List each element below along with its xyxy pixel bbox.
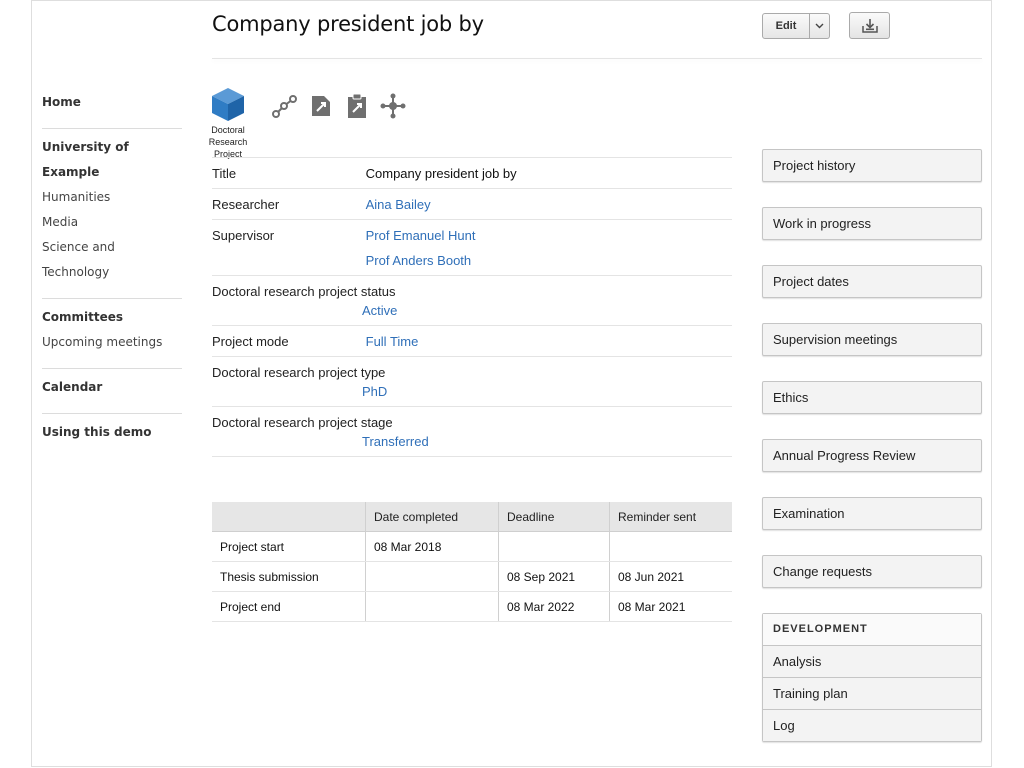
right-nav: Project history Work in progress Project… [762, 149, 982, 613]
mode-value[interactable]: Full Time [366, 334, 419, 349]
detail-row-researcher: Researcher Aina Bailey [212, 188, 732, 219]
status-values: Active [362, 303, 397, 318]
analysis-button[interactable]: Analysis [763, 646, 981, 678]
title-values: Company president job by [366, 166, 517, 181]
table-cell: 08 Sep 2021 [498, 561, 610, 592]
table-cell [609, 531, 732, 562]
project-history-button[interactable]: Project history [762, 149, 982, 182]
object-type-label-1: Doctoral [211, 125, 245, 135]
examination-button[interactable]: Examination [762, 497, 982, 530]
table-cell: Project end [212, 591, 366, 622]
supervisor-values: Prof Emanuel Hunt Prof Anders Booth [366, 228, 476, 268]
table-cell [498, 531, 610, 562]
stage-label: Doctoral research project stage [212, 415, 393, 430]
type-label: Doctoral research project type [212, 365, 386, 380]
table-cell [365, 591, 499, 622]
page-title: Company president job by [212, 12, 484, 36]
status-value[interactable]: Active [362, 303, 397, 318]
network-icon[interactable] [272, 93, 298, 119]
table-cell: 08 Mar 2018 [365, 531, 499, 562]
table-header-row: Date completed Deadline Reminder sent [212, 502, 732, 532]
detail-row-mode: Project mode Full Time [212, 325, 732, 356]
column-header-date-completed: Date completed [365, 502, 499, 532]
download-tray-icon [861, 18, 878, 33]
chevron-down-icon [815, 23, 824, 29]
supervision-meetings-button[interactable]: Supervision meetings [762, 323, 982, 356]
cube-icon [212, 88, 244, 121]
sidebar-item-humanities[interactable]: Humanities [42, 185, 182, 210]
detail-row-supervisor: Supervisor Prof Emanuel Hunt Prof Anders… [212, 219, 732, 275]
clipboard-icon[interactable] [344, 93, 370, 119]
table-cell: 08 Mar 2022 [498, 591, 610, 622]
sidebar-item-university[interactable]: University of Example [42, 135, 182, 185]
sidebar-item-upcoming-meetings[interactable]: Upcoming meetings [42, 330, 182, 355]
export-button[interactable] [849, 12, 890, 39]
detail-row-status: Doctoral research project status Active [212, 275, 732, 325]
title-label: Title [212, 166, 237, 181]
table-row: Project end 08 Mar 2022 08 Mar 2021 [212, 591, 732, 622]
sidebar-group-calendar: Calendar [42, 369, 182, 414]
detail-row-type: Doctoral research project type PhD [212, 356, 732, 406]
sidebar-group-committees: Committees Upcoming meetings [42, 299, 182, 369]
supervisor-link-1[interactable]: Prof Emanuel Hunt [366, 228, 476, 243]
edit-dropdown-button[interactable] [810, 13, 830, 39]
change-requests-button[interactable]: Change requests [762, 555, 982, 588]
sidebar-item-media[interactable]: Media [42, 210, 182, 235]
header-divider [212, 58, 982, 59]
stage-values: Transferred [362, 434, 429, 449]
edit-document-icon[interactable] [308, 93, 334, 119]
table-row: Thesis submission 08 Sep 2021 08 Jun 202… [212, 561, 732, 592]
column-header-deadline: Deadline [498, 502, 610, 532]
mode-values: Full Time [366, 334, 419, 349]
sidebar-item-using-demo[interactable]: Using this demo [42, 420, 182, 445]
type-values: PhD [362, 384, 387, 399]
table-cell: Project start [212, 531, 366, 562]
doctoral-project-object: Doctoral Research Project [206, 86, 250, 160]
table-cell [365, 561, 499, 592]
detail-row-stage: Doctoral research project stage Transfer… [212, 406, 732, 457]
detail-row-title: Title Company president job by [212, 157, 732, 188]
work-in-progress-button[interactable]: Work in progress [762, 207, 982, 240]
researcher-values: Aina Bailey [366, 197, 431, 212]
table-cell: Thesis submission [212, 561, 366, 592]
hierarchy-icon[interactable] [380, 93, 406, 119]
column-header-reminder-sent: Reminder sent [609, 502, 732, 532]
stage-value[interactable]: Transferred [362, 434, 429, 449]
sidebar-group-using-demo: Using this demo [42, 414, 182, 458]
supervisor-link-2[interactable]: Prof Anders Booth [366, 253, 476, 268]
table-cell: 08 Mar 2021 [609, 591, 732, 622]
sidebar-item-committees[interactable]: Committees [42, 305, 182, 330]
sidebar-group-home: Home [42, 84, 182, 129]
edit-button-group: Edit [762, 13, 830, 39]
object-type-label-2: Research [208, 137, 248, 147]
mode-label: Project mode [212, 334, 289, 349]
annual-progress-review-button[interactable]: Annual Progress Review [762, 439, 982, 472]
title-value: Company president job by [365, 166, 517, 181]
sidebar-item-home[interactable]: Home [42, 90, 182, 115]
supervisor-label: Supervisor [212, 228, 275, 243]
researcher-label: Researcher [212, 197, 280, 212]
sidebar-item-calendar[interactable]: Calendar [42, 375, 182, 400]
sidebar-item-science-technology[interactable]: Science and Technology [42, 235, 182, 285]
project-dates-button[interactable]: Project dates [762, 265, 982, 298]
sidebar: Home University of Example Humanities Me… [42, 84, 182, 458]
table-row: Project start 08 Mar 2018 [212, 531, 732, 562]
log-button[interactable]: Log [763, 710, 981, 741]
researcher-link[interactable]: Aina Bailey [366, 197, 431, 212]
column-header [212, 502, 366, 532]
type-value[interactable]: PhD [362, 384, 387, 399]
status-label: Doctoral research project status [212, 284, 396, 299]
sidebar-group-university: University of Example Humanities Media S… [42, 129, 182, 299]
training-plan-button[interactable]: Training plan [763, 678, 981, 710]
project-details: Title Company president job by Researche… [212, 157, 732, 457]
edit-button[interactable]: Edit [762, 13, 810, 39]
ethics-button[interactable]: Ethics [762, 381, 982, 414]
development-panel: DEVELOPMENT Analysis Training plan Log [762, 613, 982, 742]
project-dates-table: Date completed Deadline Reminder sent Pr… [212, 502, 732, 622]
development-heading: DEVELOPMENT [763, 614, 981, 646]
table-cell: 08 Jun 2021 [609, 561, 732, 592]
